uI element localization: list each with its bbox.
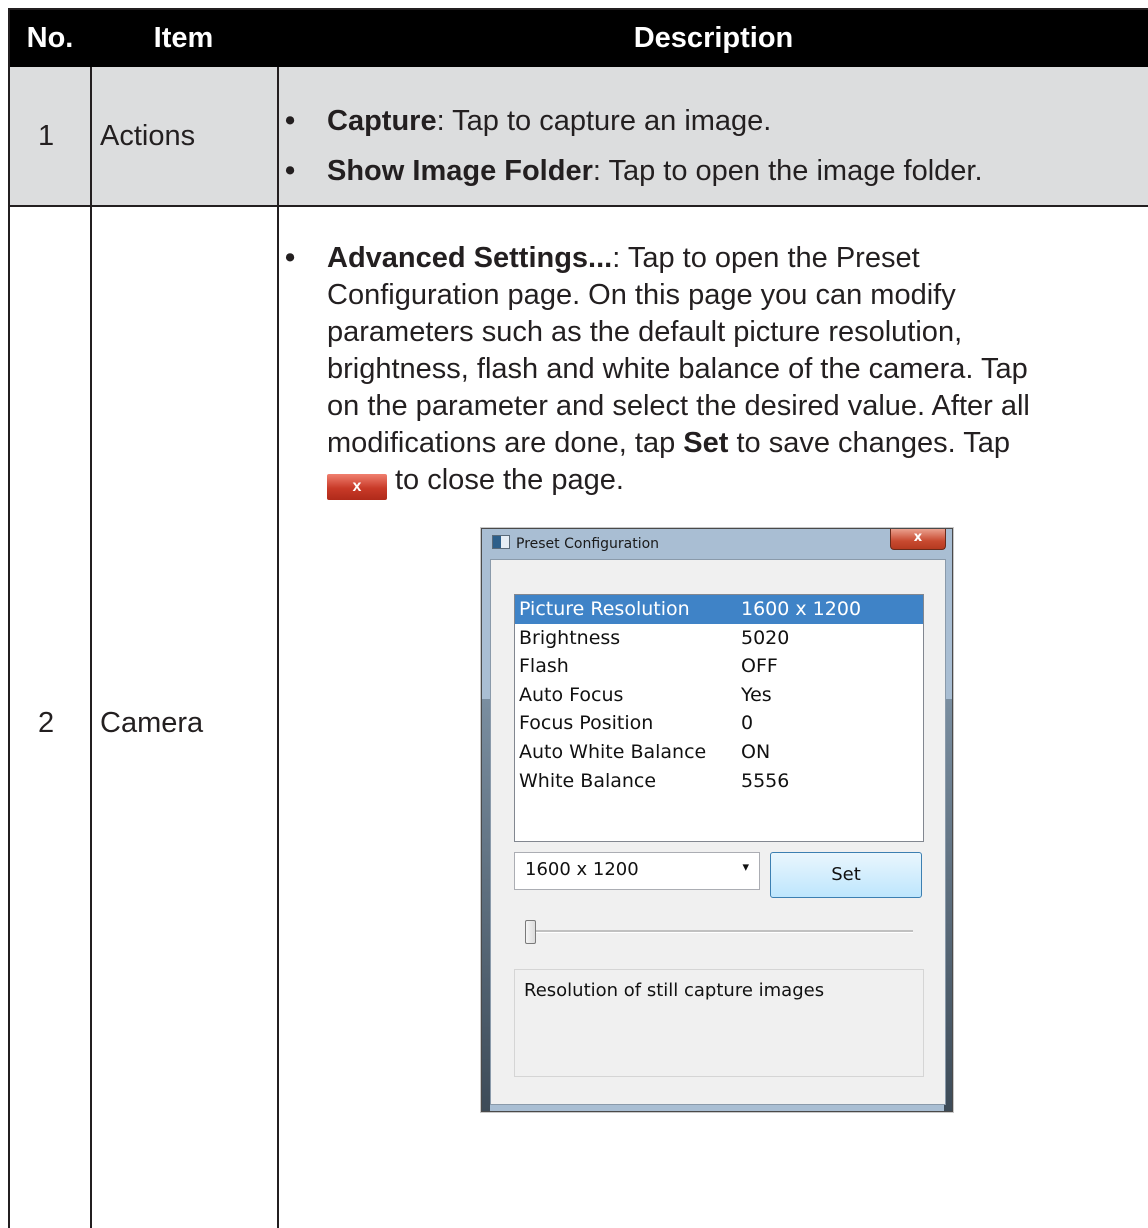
app-icon — [492, 535, 510, 549]
table-header: No. Item Description — [10, 10, 1148, 67]
list-item[interactable]: Picture Resolution 1600 x 1200 — [515, 595, 923, 624]
bullet-text-line: parameters such as the default picture r… — [327, 316, 963, 348]
bullet-text-line: to save changes. Tap — [728, 427, 1011, 459]
param-value: 1600 x 1200 — [741, 598, 862, 620]
header-item: Item — [153, 22, 214, 54]
bullet-dot: • — [285, 155, 296, 187]
set-button[interactable]: Set — [770, 852, 922, 898]
param-name: White Balance — [519, 769, 657, 792]
bullet-text-line: on the parameter and select the desired … — [327, 390, 1030, 422]
set-term: Set — [683, 427, 729, 459]
row1-bullets: • Capture: Tap to capture an image. • Show… — [277, 96, 1137, 196]
parameter-description: Resolution of still capture images — [514, 969, 924, 1077]
param-name: Flash — [519, 655, 569, 678]
column-divider — [277, 67, 279, 1228]
parameter-list[interactable]: Picture Resolution 1600 x 1200 Brightnes… — [514, 594, 924, 842]
param-value: OFF — [741, 655, 778, 678]
bullet-text-line: brightness, flash and white balance of t… — [327, 353, 1028, 385]
bullet-text-line: to close the page. — [395, 464, 624, 496]
value-slider-track[interactable] — [529, 930, 913, 933]
param-name: Focus Position — [519, 712, 654, 735]
row-divider — [10, 205, 1148, 207]
dialog-title-text: Preset Configuration — [516, 536, 660, 552]
param-value: Yes — [741, 683, 772, 706]
select-value: 1600 x 1200 — [525, 859, 639, 880]
header-no: No. — [26, 22, 74, 54]
row2-bullets: • Advanced Settings...: Tap to open the P… — [277, 240, 1147, 500]
dialog-close-button[interactable]: x — [890, 529, 946, 550]
row2-number: 2 — [38, 707, 55, 739]
close-button-icon: x — [327, 474, 387, 500]
list-item: • Advanced Settings...: Tap to open the P… — [277, 240, 1147, 500]
header-description: Description — [633, 22, 794, 54]
list-item[interactable]: Auto Focus Yes — [515, 681, 923, 710]
bullet-text-line: Configuration page. On this page you can… — [327, 279, 956, 311]
preset-configuration-dialog: Preset Configuration x Picture Resolutio… — [481, 528, 953, 1112]
row1-number: 1 — [38, 120, 55, 152]
bullet-term: Capture — [327, 105, 437, 137]
resolution-select[interactable]: 1600 x 1200 ▾ — [514, 852, 760, 890]
chevron-down-icon: ▾ — [742, 860, 749, 875]
description-text: Resolution of still capture images — [524, 980, 825, 1001]
bullet-text: : Tap to capture an image. — [436, 105, 772, 137]
bullet-dot: • — [285, 242, 296, 274]
bullet-text: : Tap to open the image folder. — [592, 155, 983, 187]
param-value: 5020 — [741, 626, 790, 649]
bullet-term: Advanced Settings... — [327, 242, 613, 274]
bullet-text: : Tap to open the Preset — [612, 242, 920, 274]
list-item: • Capture: Tap to capture an image. — [277, 96, 1137, 146]
param-name: Brightness — [519, 626, 621, 649]
param-name: Auto Focus — [519, 683, 624, 706]
bullet-dot: • — [285, 105, 296, 137]
list-item[interactable]: Flash OFF — [515, 652, 923, 681]
list-item: • Show Image Folder: Tap to open the imag… — [277, 146, 1137, 196]
param-value: ON — [741, 740, 771, 763]
list-item[interactable]: White Balance 5556 — [515, 767, 923, 796]
param-name: Picture Resolution — [519, 598, 690, 620]
slider-handle[interactable] — [525, 920, 536, 944]
dialog-body: Picture Resolution 1600 x 1200 Brightnes… — [490, 559, 946, 1105]
list-item[interactable]: Auto White Balance ON — [515, 738, 923, 767]
bullet-term: Show Image Folder — [327, 155, 593, 187]
param-name: Auto White Balance — [519, 740, 707, 763]
list-item[interactable]: Brightness 5020 — [515, 624, 923, 653]
list-item[interactable]: Focus Position 0 — [515, 709, 923, 738]
window-frame — [482, 699, 490, 1111]
row2-item: Camera — [100, 707, 204, 739]
dialog-title: Preset Configuration — [492, 535, 659, 552]
column-divider — [90, 67, 92, 1228]
param-value: 5556 — [741, 769, 790, 792]
row1-item: Actions — [100, 120, 196, 152]
bullet-text-line: modifications are done, tap — [327, 427, 684, 459]
param-value: 0 — [741, 712, 754, 735]
